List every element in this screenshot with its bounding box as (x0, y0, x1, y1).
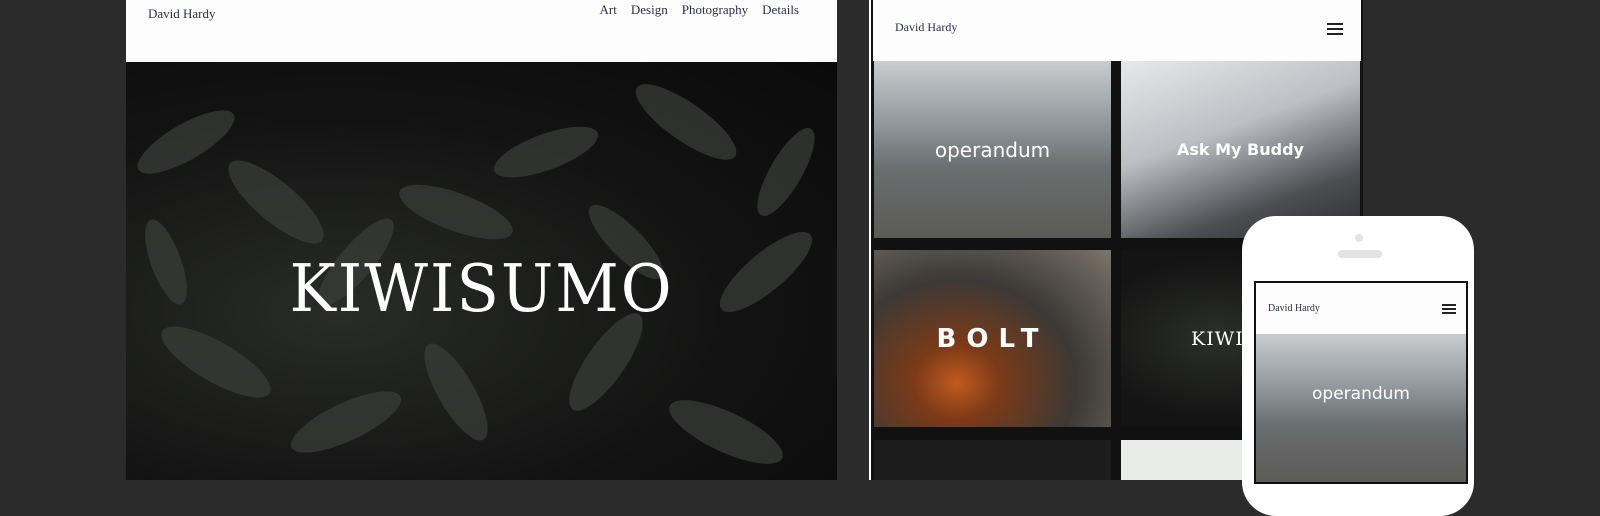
speaker-icon (1338, 250, 1382, 258)
project-tile-operandum[interactable]: operandum (874, 61, 1111, 238)
project-tile-operandum[interactable]: operandum (1256, 334, 1466, 482)
desktop-mockup: David Hardy Art Design Photography Detai… (126, 0, 837, 480)
project-tile-ask-my-buddy[interactable]: Ask My Buddy (1121, 61, 1360, 238)
hero-title: KIWISUMO (289, 250, 674, 327)
nav-item-details[interactable]: Details (762, 2, 799, 18)
site-brand[interactable]: David Hardy (148, 6, 216, 22)
nav-item-photography[interactable]: Photography (682, 2, 748, 18)
project-tile[interactable] (874, 440, 1111, 480)
tile-label: Ask My Buddy (1177, 140, 1304, 159)
phone-header: David Hardy (1256, 283, 1466, 334)
desktop-header: David Hardy Art Design Photography Detai… (126, 0, 837, 62)
nav-item-design[interactable]: Design (631, 2, 668, 18)
site-brand[interactable]: David Hardy (895, 20, 957, 35)
tile-label: operandum (934, 137, 1051, 162)
hamburger-icon[interactable] (1327, 23, 1343, 35)
tile-label: BOLT (936, 323, 1049, 354)
project-tile-bolt[interactable]: BOLT (874, 250, 1111, 427)
hero-image: KIWISUMO (126, 62, 837, 480)
tile-label: operandum (1312, 384, 1410, 404)
site-brand[interactable]: David Hardy (1268, 303, 1320, 314)
camera-icon (1355, 234, 1363, 242)
nav-item-art[interactable]: Art (600, 2, 617, 18)
hamburger-icon[interactable] (1442, 304, 1456, 314)
phone-screen: David Hardy operandum (1254, 281, 1468, 484)
tablet-header: David Hardy (873, 0, 1361, 61)
main-nav: Art Design Photography Details (600, 2, 799, 18)
